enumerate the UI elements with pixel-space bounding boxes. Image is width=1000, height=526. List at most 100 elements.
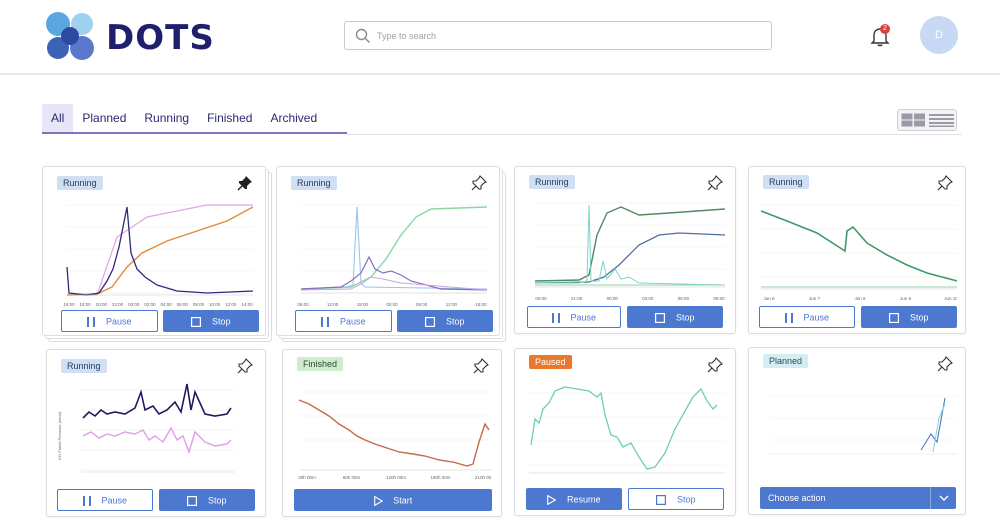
pin-outline-icon[interactable] xyxy=(937,175,953,191)
status-badge: Running xyxy=(529,175,575,189)
pin-outline-icon[interactable] xyxy=(707,175,723,191)
pin-outline-icon[interactable] xyxy=(707,357,723,373)
x-tick-label: Jun 10 xyxy=(944,296,957,301)
plot-y-label: DO Partial Pressure (mbar) xyxy=(57,411,62,460)
experiment-card-3[interactable]: Running 00:00 21:00 00:00 03:00 06:00 09:00 P… xyxy=(514,166,736,334)
tab-running[interactable]: Running xyxy=(135,104,198,132)
list-view-icon[interactable] xyxy=(929,113,954,127)
x-tick-label: 12:00 xyxy=(327,302,339,307)
x-tick-label: 60h 00m xyxy=(343,475,361,480)
stop-button[interactable]: Stop xyxy=(628,488,724,510)
x-tick-label: Jun 9 xyxy=(900,296,912,301)
status-badge: Planned xyxy=(763,354,809,368)
pause-icon xyxy=(87,316,96,327)
stop-button[interactable]: Stop xyxy=(163,310,259,332)
experiment-card-2[interactable]: Running 06:00 12:00 18:00 00:00 06:00 12:00 18… xyxy=(276,166,500,336)
pin-outline-icon[interactable] xyxy=(471,175,487,191)
tab-archived[interactable]: Archived xyxy=(261,104,326,132)
pause-button[interactable]: Pause xyxy=(61,310,158,332)
stop-button-label: Stop xyxy=(208,495,227,506)
pause-button-label: Pause xyxy=(105,316,132,327)
x-tick-label: 00:00 xyxy=(607,296,619,301)
x-tick-label: 30h 00m xyxy=(298,475,316,480)
pause-button[interactable]: Pause xyxy=(527,306,621,328)
pin-outline-icon[interactable] xyxy=(473,358,489,374)
user-avatar[interactable]: D xyxy=(920,16,958,54)
filter-tabs: All Planned Running Finished Archived xyxy=(42,104,347,134)
pause-button-label: Pause xyxy=(339,316,366,327)
stop-button[interactable]: Stop xyxy=(397,310,493,332)
card-plot xyxy=(761,378,957,482)
pause-icon xyxy=(784,312,793,323)
x-tick-label: 180h 00m xyxy=(430,475,450,480)
stop-icon xyxy=(656,494,667,505)
pin-filled-icon[interactable] xyxy=(237,175,253,191)
x-tick-label: Jun 8 xyxy=(854,296,866,301)
experiment-card-5[interactable]: Running DO Partial Pressure (mbar) Pause… xyxy=(46,349,266,517)
x-tick-label: 16:00 xyxy=(63,302,75,307)
plot-x-ticks: 06:00 12:00 18:00 00:00 06:00 12:00 18:00 xyxy=(297,302,487,307)
card-plot: 16:00 18:00 20:00 22:00 00:00 02:00 04:00 06:00… xyxy=(57,197,253,309)
card-plot: 00:00 21:00 00:00 03:00 06:00 09:00 xyxy=(529,195,725,303)
status-badge: Running xyxy=(291,176,337,190)
resume-button[interactable]: Resume xyxy=(526,488,622,510)
stop-button[interactable]: Stop xyxy=(159,489,255,511)
stop-icon xyxy=(191,316,202,327)
logo-text: DOTS xyxy=(106,18,215,58)
chevron-down-icon[interactable] xyxy=(930,487,956,509)
start-button[interactable]: Start xyxy=(294,489,492,511)
experiment-card-6[interactable]: Finished 30h 00m 60h 00m 120h 00m 180h 00m 2… xyxy=(282,349,502,517)
experiment-card-1[interactable]: Running 16:00 18:00 20:00 22:00 00:00 02:00 04… xyxy=(42,166,266,336)
search-input[interactable] xyxy=(377,26,757,46)
x-tick-label: 00:00 xyxy=(535,296,547,301)
x-tick-label: 210h 00m xyxy=(475,475,491,480)
card-plot: Jun 6 Jun 7 Jun 8 Jun 9 Jun 10 xyxy=(757,195,957,303)
pause-icon xyxy=(321,316,330,327)
status-badge: Running xyxy=(57,176,103,190)
tab-all[interactable]: All xyxy=(42,104,74,132)
x-tick-label: 12:00 xyxy=(225,302,237,307)
pause-icon xyxy=(551,312,560,323)
stop-button[interactable]: Stop xyxy=(627,306,723,328)
x-tick-label: 22:00 xyxy=(112,302,124,307)
x-tick-label: Jun 7 xyxy=(809,296,821,301)
pin-outline-icon[interactable] xyxy=(237,358,253,374)
plot-x-ticks: 16:00 18:00 20:00 22:00 00:00 02:00 04:00 06:00… xyxy=(63,302,253,307)
x-tick-label: 21:00 xyxy=(571,296,583,301)
stop-icon xyxy=(655,312,666,323)
experiment-card-4[interactable]: Running Jun 6 Jun 7 Jun 8 Jun 9 Jun 10 Pause… xyxy=(748,166,966,334)
card-plot: DO Partial Pressure (mbar) xyxy=(55,380,235,480)
x-tick-label: 04:00 xyxy=(160,302,172,307)
x-tick-label: 00:00 xyxy=(386,302,398,307)
logo-dots-icon xyxy=(46,12,94,60)
x-tick-label: 06:00 xyxy=(678,296,690,301)
x-tick-label: 08:00 xyxy=(193,302,205,307)
x-tick-label: 18:00 xyxy=(475,302,487,307)
x-tick-label: 12:00 xyxy=(446,302,458,307)
x-tick-label: 120h 00m xyxy=(386,475,406,480)
experiment-card-7[interactable]: Paused Resume Stop xyxy=(514,348,736,516)
stop-icon xyxy=(187,495,198,506)
stop-icon xyxy=(889,312,900,323)
resume-button-label: Resume xyxy=(567,494,601,505)
tab-finished[interactable]: Finished xyxy=(198,104,261,132)
pause-button[interactable]: Pause xyxy=(295,310,392,332)
stop-button[interactable]: Stop xyxy=(861,306,957,328)
x-tick-label: 06:00 xyxy=(297,302,309,307)
plot-x-ticks: 30h 00m 60h 00m 120h 00m 180h 00m 210h 00m xyxy=(298,475,491,480)
pause-button[interactable]: Pause xyxy=(759,306,855,328)
play-icon xyxy=(547,494,557,505)
pause-button-label: Pause xyxy=(803,312,830,323)
stop-icon xyxy=(425,316,436,327)
notification-badge: 2 xyxy=(880,24,890,34)
dots-logo[interactable]: DOTS xyxy=(44,10,244,62)
search-icon xyxy=(355,28,370,43)
pause-button[interactable]: Pause xyxy=(57,489,153,511)
choose-action-select[interactable]: Choose action xyxy=(760,487,956,509)
experiment-card-8[interactable]: Planned Choose action xyxy=(748,347,966,515)
search-box[interactable] xyxy=(344,21,772,50)
tab-planned[interactable]: Planned xyxy=(73,104,135,132)
pin-outline-icon[interactable] xyxy=(937,356,953,372)
stop-button-label: Stop xyxy=(212,316,231,327)
grid-view-icon[interactable] xyxy=(901,113,926,127)
